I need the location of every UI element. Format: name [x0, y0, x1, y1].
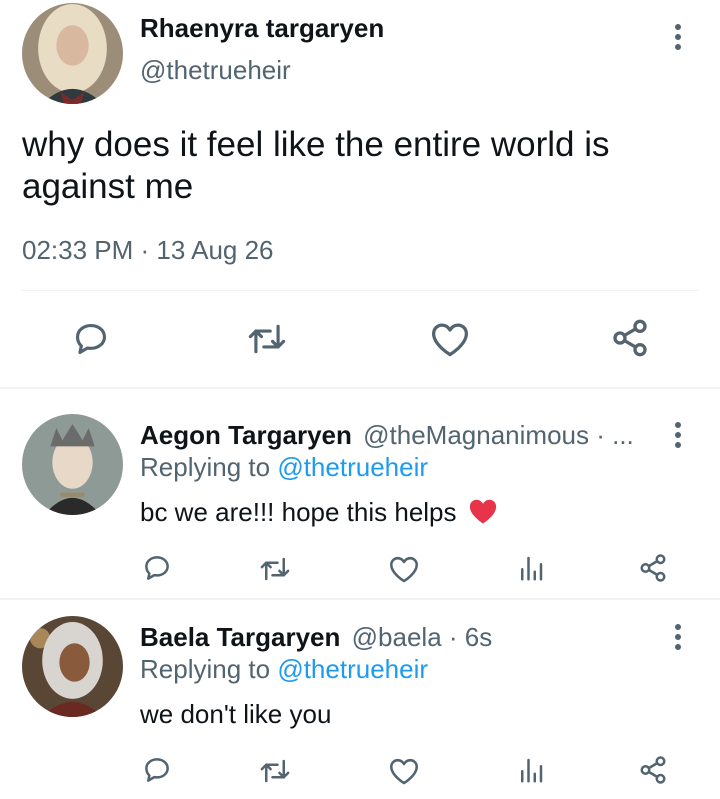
retweet-icon[interactable] [258, 756, 292, 786]
replying-to-prefix: Replying to [140, 654, 278, 684]
like-icon[interactable] [388, 555, 420, 583]
replying-to: Replying to @thetrueheir [140, 452, 428, 482]
author-handle[interactable]: @thetrueheir [140, 55, 291, 85]
tweet-text: why does it feel like the entire world i… [22, 125, 610, 206]
views-icon[interactable] [516, 553, 546, 583]
reply-icon[interactable] [142, 755, 172, 785]
retweet-icon[interactable] [245, 320, 289, 358]
author-name[interactable]: Baela Targaryen [140, 622, 340, 652]
tweet-timestamp: 02:33 PM · 13 Aug 26 [22, 235, 274, 265]
share-icon[interactable] [610, 318, 650, 358]
section-divider [0, 598, 720, 600]
share-icon[interactable] [638, 553, 668, 583]
timestamp-divider [22, 290, 698, 291]
author-handle-meta[interactable]: @baela · 6s [352, 622, 493, 652]
red-heart-emoji [468, 497, 498, 525]
replying-to-link[interactable]: @thetrueheir [277, 654, 428, 684]
more-options-icon[interactable] [674, 624, 682, 650]
replying-to: Replying to @thetrueheir [140, 654, 428, 684]
reply-text: bc we are!!! hope this helps [140, 497, 457, 527]
avatar-aegon[interactable] [22, 414, 123, 515]
avatar-baela[interactable] [22, 616, 123, 717]
reply-icon[interactable] [142, 553, 172, 583]
like-icon[interactable] [430, 321, 470, 357]
replying-to-link[interactable]: @thetrueheir [277, 452, 428, 482]
reply-text: we don't like you [140, 699, 332, 729]
author-name[interactable]: Rhaenyra targaryen [140, 13, 384, 43]
author-name[interactable]: Aegon Targaryen [140, 420, 352, 450]
avatar-rhaenyra[interactable] [22, 3, 123, 104]
reply-header: Aegon Targaryen @theMagnanimous · ... [140, 420, 634, 450]
reply-text-row: bc we are!!! hope this helps [140, 496, 498, 528]
replying-to-prefix: Replying to [140, 452, 278, 482]
share-icon[interactable] [638, 755, 668, 785]
section-divider [0, 387, 720, 389]
author-handle-meta[interactable]: @theMagnanimous · ... [363, 420, 634, 450]
views-icon[interactable] [516, 755, 546, 785]
retweet-icon[interactable] [258, 554, 292, 584]
reply-header: Baela Targaryen @baela · 6s [140, 622, 492, 652]
more-options-icon[interactable] [674, 422, 682, 448]
reply-icon[interactable] [72, 320, 110, 358]
like-icon[interactable] [388, 757, 420, 785]
more-options-icon[interactable] [674, 24, 682, 50]
